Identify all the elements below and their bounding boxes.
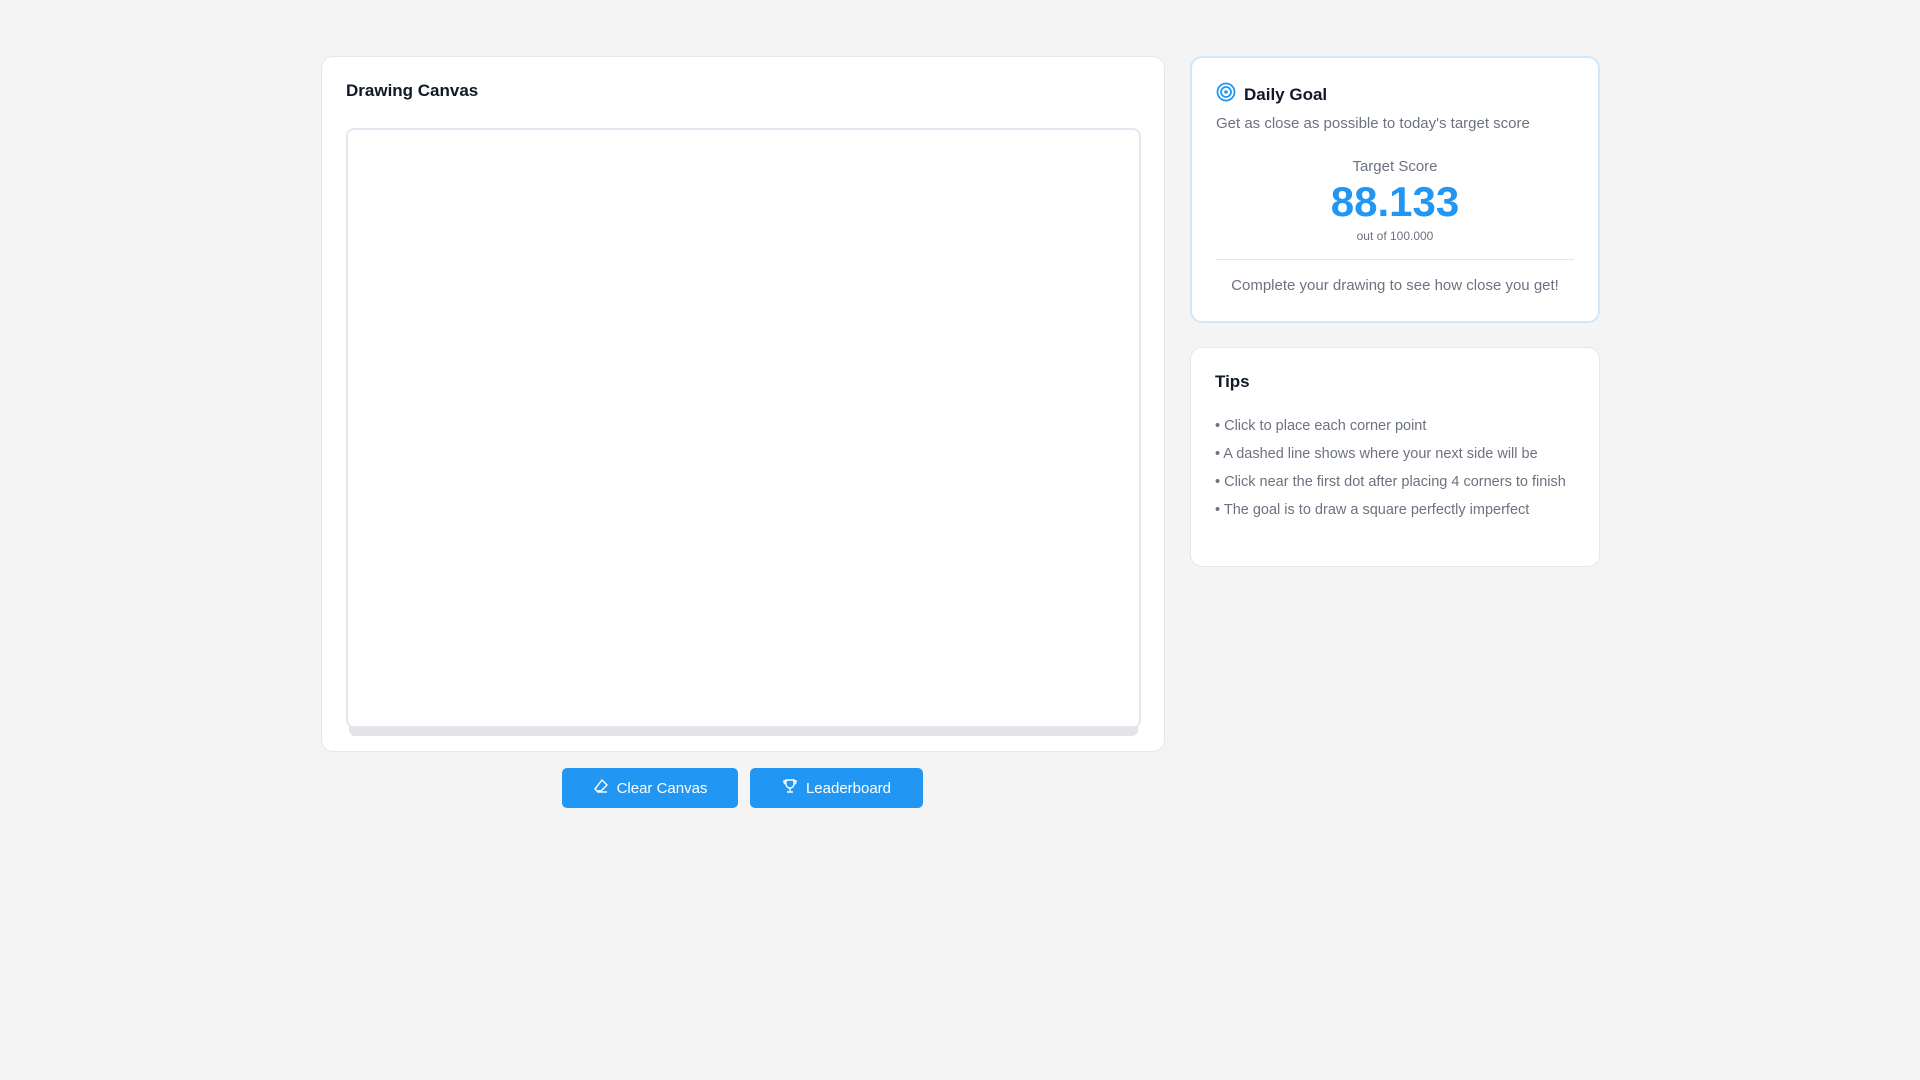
drawing-canvas-card: Drawing Canvas xyxy=(321,56,1165,752)
tip-item: • Click to place each corner point xyxy=(1215,418,1427,434)
clear-canvas-label: Clear Canvas xyxy=(616,779,708,797)
target-score-label: Target Score xyxy=(1352,158,1438,175)
target-score-value: 88.133 xyxy=(1330,178,1460,225)
canvas-title: Drawing Canvas xyxy=(346,81,479,100)
daily-goal-card: Daily Goal Get as close as possible to t… xyxy=(1190,56,1600,323)
goal-message: Complete your drawing to see how close y… xyxy=(1231,277,1559,295)
target-icon xyxy=(1216,82,1236,107)
leaderboard-button[interactable]: Leaderboard xyxy=(750,768,923,808)
tip-item: • The goal is to draw a square perfectly… xyxy=(1215,502,1530,518)
divider xyxy=(1216,259,1574,261)
daily-goal-title: Daily Goal xyxy=(1244,84,1328,104)
target-score-max: out of 100.000 xyxy=(1356,229,1434,244)
tip-item: • A dashed line shows where your next si… xyxy=(1215,446,1538,462)
eraser-icon xyxy=(593,778,609,798)
tips-title: Tips xyxy=(1215,372,1250,391)
trophy-icon xyxy=(782,778,798,798)
drawing-canvas[interactable] xyxy=(346,128,1141,728)
leaderboard-label: Leaderboard xyxy=(805,779,892,797)
clear-canvas-button[interactable]: Clear Canvas xyxy=(562,768,738,808)
tip-item: • Click near the first dot after placing… xyxy=(1215,474,1566,490)
tips-card: Tips • Click to place each corner point … xyxy=(1190,347,1600,567)
daily-goal-subtitle: Get as close as possible to today's targ… xyxy=(1216,115,1530,132)
